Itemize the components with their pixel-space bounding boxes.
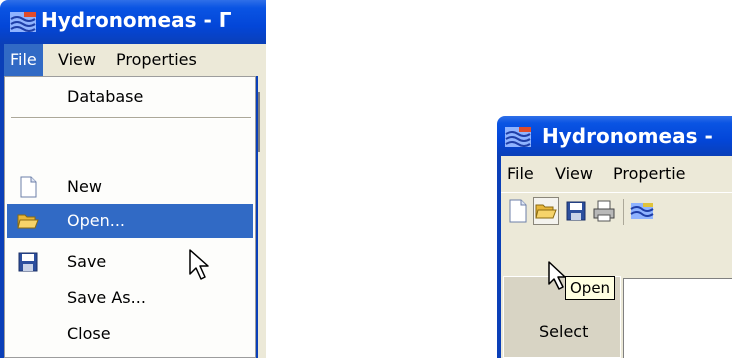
menu-item-save-label: Save (67, 252, 107, 271)
menu-item-save[interactable]: Save (7, 245, 253, 279)
toolbar-separator (623, 199, 624, 225)
file-menu-dropdown: Database New Open... Save Save As... Clo… (4, 76, 256, 358)
left-menu-bar: File View Properties (4, 44, 266, 76)
toolbar (501, 192, 732, 231)
menu-separator (11, 117, 251, 119)
menu-item-new[interactable]: New (7, 170, 253, 204)
printer-icon (593, 200, 615, 222)
menu-item-save-as-label: Save As... (67, 288, 146, 307)
right-menu-bar: File View Propertie (501, 156, 732, 192)
open-tooltip: Open (565, 276, 616, 300)
hydronomeas-icon (630, 203, 654, 219)
menu-item-new-label: New (67, 177, 102, 196)
toolbar-save-button[interactable] (563, 197, 589, 225)
menu-item-close-label: Close (67, 324, 111, 343)
left-window: Hydronomeas - Γ File View Properties Dat… (0, 0, 266, 358)
menu-properties[interactable]: Propertie (607, 156, 692, 192)
open-folder-icon (17, 214, 39, 229)
floppy-save-icon (566, 201, 586, 221)
drawing-canvas[interactable] (623, 278, 732, 358)
right-title-bar[interactable]: Hydronomeas - (497, 116, 732, 156)
menu-properties[interactable]: Properties (110, 44, 203, 76)
toolbar-hydronomeas-button[interactable] (629, 197, 655, 225)
menu-view[interactable]: View (52, 44, 102, 76)
new-file-icon (20, 176, 37, 198)
open-folder-icon (535, 204, 557, 219)
new-file-icon (509, 199, 527, 223)
hydronomeas-app-icon (10, 12, 36, 32)
toolbar-open-button[interactable] (533, 197, 559, 225)
toolbar-print-button[interactable] (591, 197, 617, 225)
menu-item-open[interactable]: Open... (7, 204, 253, 238)
select-tool-label: Select (539, 322, 589, 341)
menu-view[interactable]: View (549, 156, 599, 192)
menu-item-save-as[interactable]: Save As... (7, 281, 253, 315)
toolbar-new-button[interactable] (505, 197, 531, 225)
menu-file[interactable]: File (4, 44, 43, 76)
right-window: Hydronomeas - File View Propertie Select… (497, 116, 732, 358)
menu-item-close[interactable]: Close (7, 317, 253, 351)
menu-item-database[interactable]: Database (7, 80, 253, 114)
hydronomeas-app-icon (505, 127, 531, 147)
menu-item-open-label: Open... (67, 211, 125, 230)
right-window-title: Hydronomeas - (542, 124, 713, 148)
menu-item-database-label: Database (67, 87, 144, 106)
left-client-edge (258, 92, 260, 152)
floppy-save-icon (18, 252, 38, 272)
left-title-bar[interactable]: Hydronomeas - Γ (0, 0, 266, 44)
mouse-pointer-icon (189, 249, 209, 280)
left-window-title: Hydronomeas - Γ (41, 8, 232, 32)
menu-file[interactable]: File (501, 156, 540, 192)
